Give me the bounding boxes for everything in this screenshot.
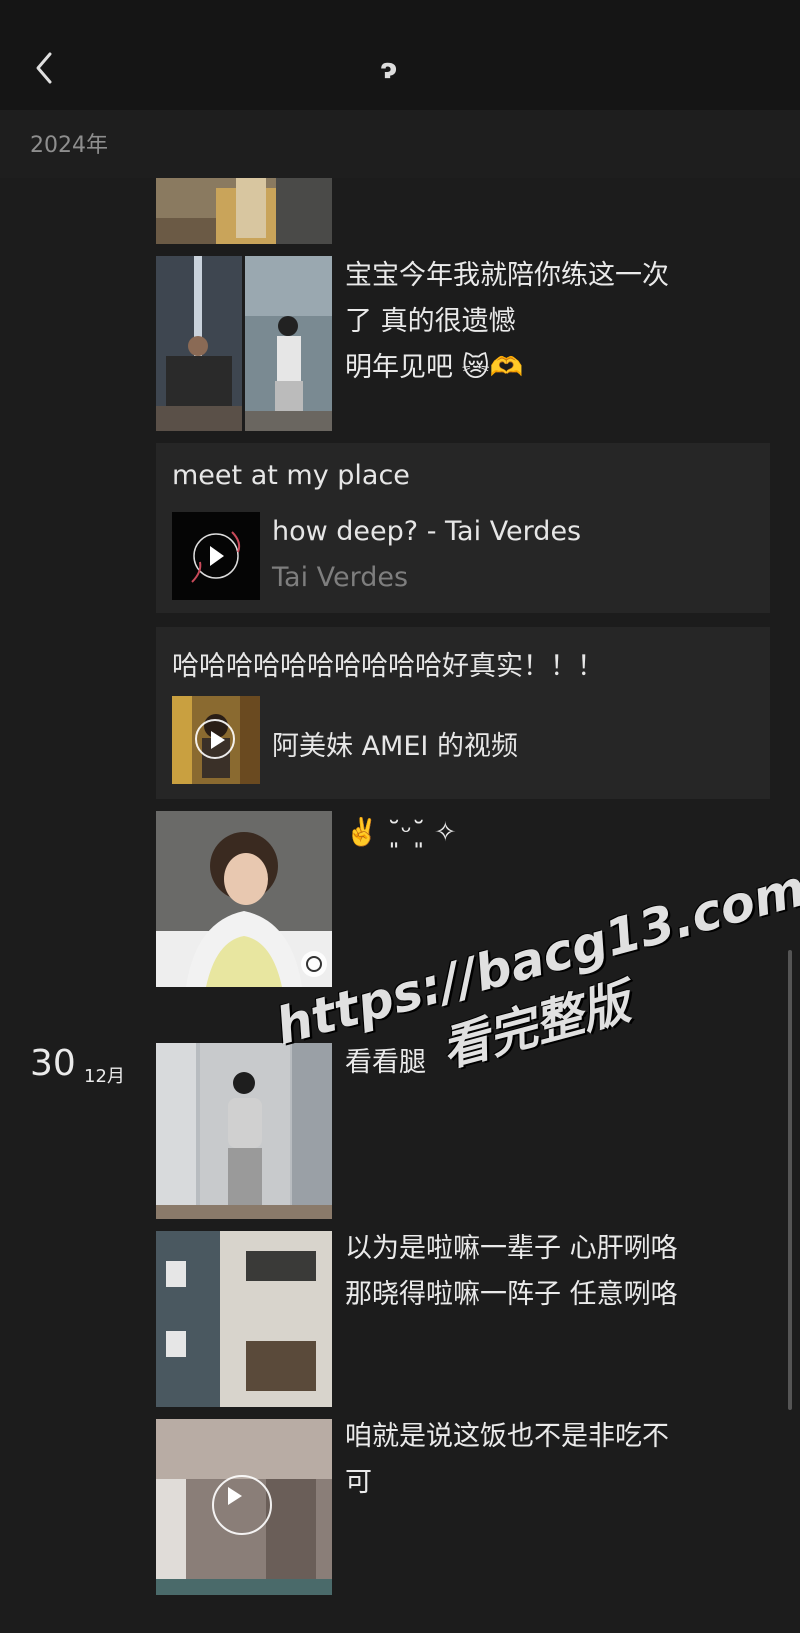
year-header <box>0 110 800 178</box>
shared-card-title: 哈哈哈哈哈哈哈哈哈哈好真实！！！ <box>172 651 604 682</box>
album-cover[interactable] <box>172 512 260 600</box>
watermark: https://bacg13.com 看完整版 <box>270 859 800 1120</box>
post-photo-selfie[interactable] <box>156 811 332 987</box>
year-label: 2024年 <box>30 133 108 158</box>
post-photo-gym-2[interactable] <box>245 256 332 431</box>
shared-card-title: meet at my place <box>172 460 410 491</box>
post-video-thumbnail[interactable] <box>156 1419 332 1595</box>
post-caption: ✌️ ˘͈ᵕ˘͈ ✧ <box>345 817 457 848</box>
post-photo-balcony[interactable] <box>156 1231 332 1407</box>
post-caption: 宝宝今年我就陪你练这一次 了 真的很遗憾 明年见吧 😿🫶 <box>345 260 669 383</box>
date-day: 30 <box>30 1043 76 1084</box>
play-icon <box>212 1475 272 1535</box>
page-title: ɂ <box>380 52 398 85</box>
video-label: 阿美妹 AMEI 的视频 <box>272 731 518 762</box>
song-artist: Tai Verdes <box>272 562 409 593</box>
post-photo-gym-1[interactable] <box>156 256 242 431</box>
post-thumbnail-partial[interactable] <box>156 178 332 244</box>
scrollbar[interactable] <box>788 950 792 1410</box>
video-thumbnail[interactable] <box>172 696 260 784</box>
post-caption: 咱就是说这饭也不是非吃不 可 <box>345 1421 669 1498</box>
post-caption: 以为是啦嘛一辈子 心肝咧咯 那晓得啦嘛一阵子 任意咧咯 <box>345 1233 678 1310</box>
back-chevron-icon[interactable] <box>28 50 64 86</box>
date-month: 12月 <box>84 1066 125 1087</box>
song-title: how deep? - Tai Verdes <box>272 516 582 547</box>
play-icon <box>195 719 235 759</box>
